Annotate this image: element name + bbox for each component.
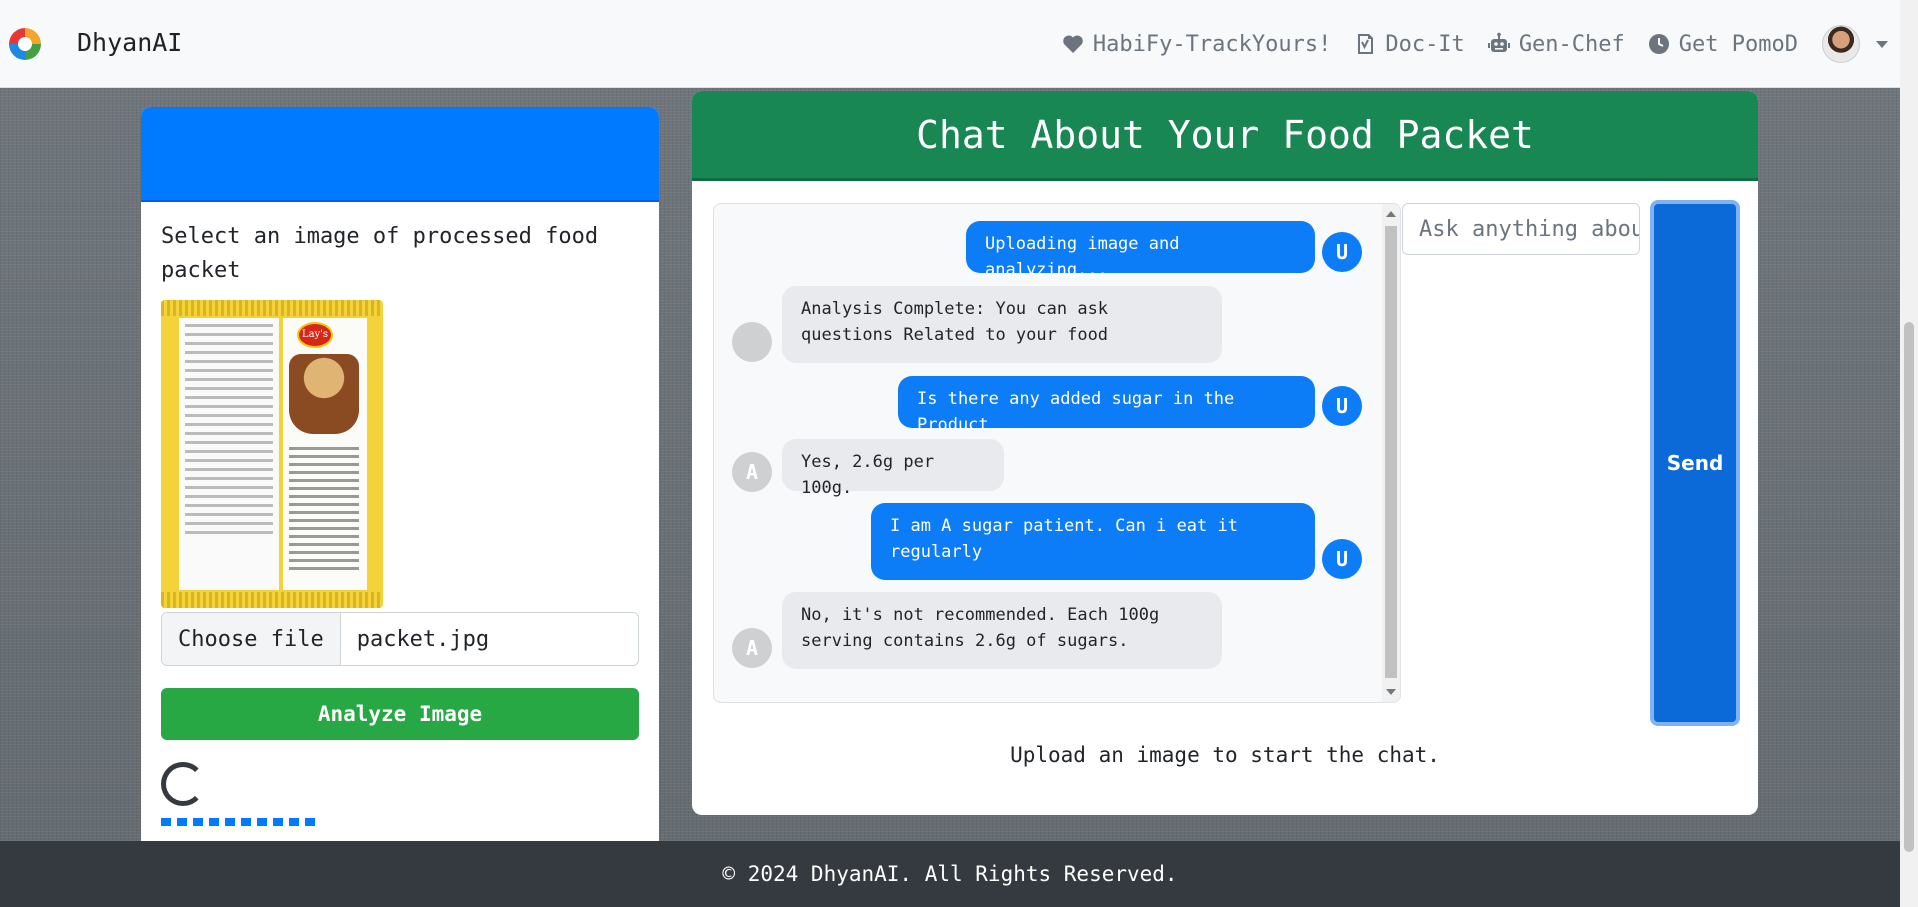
scroll-up-icon[interactable] [1386,211,1396,217]
packet-nutrition-panel [179,318,279,590]
chat-message-user: I am A sugar patient. Can i eat it regul… [871,503,1315,580]
user-avatar-badge: U [1322,386,1362,426]
brand-logo-icon[interactable] [7,26,43,62]
footer: © 2024 DhyanAI. All Rights Reserved. [0,841,1900,907]
packet-image-preview: Lay's [161,300,383,608]
upload-card: Select an image of processed food packet… [141,107,659,907]
doc-check-icon [1358,34,1374,54]
nav-link-habify[interactable]: HabiFy-TrackYours! [1061,32,1331,57]
clock-icon [1648,34,1669,54]
user-avatar[interactable] [1822,25,1860,63]
chat-message-assistant: No, it's not recommended. Each 100g serv… [782,592,1222,669]
chevron-down-icon[interactable] [1876,40,1888,48]
packet-text-block [289,442,359,575]
chat-scroll-thumb[interactable] [1385,226,1397,678]
choose-file-button[interactable]: Choose file [162,613,341,665]
upload-label: Select an image of processed food packet [161,224,599,283]
user-avatar-badge: U [1322,539,1362,579]
page-scroll-thumb[interactable] [1904,322,1914,852]
nav-links: HabiFy-TrackYours! Doc-It Gen-Chef Get P… [1039,0,1900,88]
assistant-avatar-badge: A [732,628,772,668]
selected-file-name: packet.jpg [356,626,490,652]
packet-front-panel: Lay's [283,318,367,590]
chat-message-assistant: Analysis Complete: You can ask questions… [782,286,1222,363]
upload-card-header [141,107,659,202]
chat-scrollbar[interactable] [1382,204,1400,702]
packet-stripe [161,592,383,608]
chat-message-user: Uploading image and analyzing... [966,221,1315,280]
chat-hint: Upload an image to start the chat. [1010,743,1440,767]
file-input[interactable]: Choose file packet.jpg [161,612,639,666]
robot-icon [1487,32,1510,52]
user-avatar-badge: U [1322,232,1362,272]
scroll-down-icon[interactable] [1386,689,1396,695]
send-button[interactable]: Send [1650,200,1740,726]
packet-stripe [161,300,383,316]
cut-off-link [161,818,321,826]
potato-basket-image [289,354,359,434]
loading-spinner-icon [161,762,205,806]
brand-name[interactable]: DhyanAI [77,28,182,57]
assistant-avatar-badge [732,322,772,362]
nav-link-label: HabiFy-TrackYours! [1092,31,1332,57]
nav-link-label: Doc-It [1385,31,1465,57]
chat-message-user: Is there any added sugar in the Product [898,376,1315,435]
chat-card: Chat About Your Food Packet Uploading im… [692,91,1758,815]
chat-messages[interactable]: Uploading image and analyzing... U Analy… [713,203,1401,703]
nav-link-pomod[interactable]: Get PomoD [1647,32,1798,57]
nav-link-gen-chef[interactable]: Gen-Chef [1487,32,1625,57]
heart-icon [1063,35,1083,53]
chat-title: Chat About Your Food Packet [692,91,1758,181]
chat-message-assistant: Yes, 2.6g per 100g. [782,439,1004,498]
analyze-image-button[interactable]: Analyze Image [161,688,639,740]
nav-link-doc-it[interactable]: Doc-It [1353,31,1465,57]
page-scrollbar[interactable] [1900,0,1918,907]
assistant-avatar-badge: A [732,452,772,492]
nav-link-label: Get PomoD [1678,31,1798,57]
chat-input[interactable]: Ask anything about [1402,203,1640,255]
lays-logo: Lay's [297,322,333,348]
footer-copyright: © 2024 DhyanAI. All Rights Reserved. [722,862,1178,886]
upload-card-body: Select an image of processed food packet… [141,202,659,844]
navbar: DhyanAI HabiFy-TrackYours! Doc-It Gen-Ch… [0,0,1900,88]
nav-link-label: Gen-Chef [1518,31,1625,57]
